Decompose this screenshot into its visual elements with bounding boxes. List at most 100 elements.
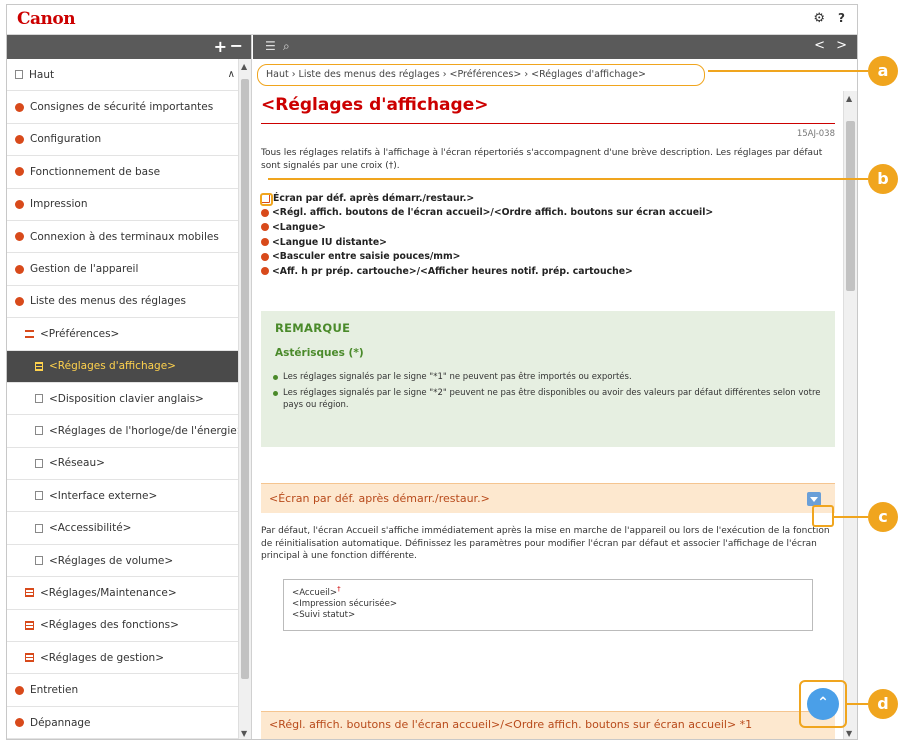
arrow-link-icon (261, 223, 269, 232)
scroll-up-icon[interactable]: ▲ (241, 62, 247, 71)
callout-line (708, 70, 868, 72)
note-subtitle: Astérisques (*) (275, 347, 364, 359)
section-body: Par défaut, l'écran Accueil s'affiche im… (261, 526, 830, 561)
section-link-label: <Langue IU distante> (272, 236, 387, 248)
sidebar-scrollbar[interactable]: ▲ ▼ (238, 59, 251, 739)
gear-icon[interactable]: ⚙ (813, 11, 825, 26)
sidebar-item-label: <Réglages de volume> (49, 554, 174, 567)
sidebar-item[interactable]: <Préférences> (7, 318, 239, 351)
callout-b: b (868, 164, 898, 194)
section-link[interactable]: <Régl. affich. boutons de l'écran accuei… (261, 206, 835, 221)
sidebar-item-label: Dépannage (30, 716, 91, 729)
chapter-icon (15, 167, 24, 177)
sidebar-item[interactable]: Fonctionnement de base (7, 156, 239, 189)
section-title: <Écran par déf. après démarr./restaur.> (269, 492, 490, 505)
sidebar-item-label: Configuration (30, 133, 102, 146)
content-scrollbar[interactable]: ▲ ▼ (843, 91, 857, 739)
section-link-label: Écran par déf. après démarr./restaur.> (273, 192, 475, 204)
arrow-link-icon (261, 208, 269, 217)
options-box: <Accueil>† <Impression sécurisée> <Suivi… (283, 579, 813, 631)
callout-line (847, 703, 868, 705)
sidebar: + − Haut ∧ Consignes de sécurité important… (7, 35, 252, 739)
back-to-top-button[interactable]: ⌃ (807, 688, 839, 720)
sidebar-item[interactable]: <Réglages des fonctions> (7, 610, 239, 643)
page-title: <Réglages d'affichage> (261, 95, 489, 115)
callout-c: c (868, 502, 898, 532)
collapse-section-button[interactable] (807, 492, 821, 506)
chapter-icon (15, 102, 24, 112)
callout-line (834, 516, 868, 518)
title-divider (261, 123, 835, 124)
chapter-icon (15, 134, 24, 144)
sidebar-item-label: Haut (29, 68, 55, 81)
expand-icon (25, 620, 34, 630)
sidebar-item[interactable]: Entretien (7, 674, 239, 707)
sidebar-item[interactable]: <Interface externe> (7, 480, 239, 513)
scroll-down-icon[interactable]: ▼ (241, 729, 247, 738)
sidebar-item[interactable]: <Réseau> (7, 448, 239, 481)
collapse-all-button[interactable]: − (230, 36, 243, 55)
arrow-link-icon (261, 252, 269, 261)
sidebar-item[interactable]: Gestion de l'appareil (7, 253, 239, 286)
previous-page-button[interactable]: < (814, 38, 825, 53)
search-icon[interactable]: ⌕ (283, 39, 290, 54)
section-links: Écran par déf. après démarr./restaur.> <R… (261, 191, 835, 279)
option-item: <Impression sécurisée> (292, 598, 398, 609)
page-icon (35, 458, 43, 468)
sidebar-item[interactable]: Liste des menus des réglages (7, 286, 239, 319)
sidebar-item[interactable]: Impression (7, 189, 239, 221)
sidebar-header: + − (7, 35, 251, 59)
note-box: REMARQUE Astérisques (*) Les réglages si… (261, 311, 835, 447)
sidebar-item-label: <Réglages/Maintenance> (40, 586, 177, 599)
chapter-icon (15, 296, 24, 306)
scroll-down-icon[interactable]: ▼ (846, 729, 852, 738)
scroll-thumb[interactable] (241, 79, 249, 679)
scroll-thumb[interactable] (846, 121, 855, 291)
sidebar-item[interactable]: <Réglages/Maintenance> (7, 577, 239, 610)
sidebar-item[interactable]: <Réglages de l'horloge/de l'énergie> (7, 415, 239, 448)
callout-d: d (868, 689, 898, 719)
section-link[interactable]: <Langue> (261, 220, 835, 235)
document-id: 15AJ-038 (796, 129, 835, 139)
sidebar-item[interactable]: <Accessibilité> (7, 512, 239, 545)
sidebar-item[interactable]: <Réglages de gestion> (7, 642, 239, 675)
sidebar-item[interactable]: Consignes de sécurité importantes (7, 91, 239, 124)
expand-all-button[interactable]: + (214, 37, 227, 56)
help-icon[interactable]: ? (838, 11, 845, 25)
collapse-up-icon[interactable]: ∧ (228, 69, 235, 80)
breadcrumb[interactable]: Haut › Liste des menus des réglages › <P… (257, 64, 705, 86)
next-page-button[interactable]: > (836, 38, 847, 53)
scroll-up-icon[interactable]: ▲ (846, 94, 852, 103)
section-link[interactable]: <Aff. h pr prép. cartouche>/<Afficher he… (261, 264, 835, 279)
sidebar-item-label: Connexion à des terminaux mobiles (30, 230, 219, 243)
sidebar-item-label: <Réglages d'affichage> (49, 360, 176, 373)
page-icon (35, 523, 43, 533)
sidebar-item[interactable]: Dépannage (7, 707, 239, 739)
sidebar-item[interactable]: Haut ∧ (7, 59, 239, 92)
sidebar-item-label: <Réglages de gestion> (40, 651, 165, 664)
section-link-label: <Régl. affich. boutons de l'écran accuei… (272, 207, 714, 219)
sidebar-item[interactable]: <Réglages d'affichage> (7, 350, 239, 383)
section-link[interactable]: <Langue IU distante> (261, 235, 835, 250)
section-header[interactable]: <Écran par déf. après démarr./restaur.> (261, 483, 835, 513)
chapter-icon (15, 718, 24, 727)
page-icon (35, 556, 43, 566)
canon-logo: Canon (17, 9, 76, 29)
section-link[interactable]: Écran par déf. après démarr./restaur.> (261, 191, 835, 206)
sidebar-item-label: Fonctionnement de base (30, 165, 161, 178)
sidebar-item[interactable]: <Réglages de volume> (7, 545, 239, 578)
page-icon (35, 394, 43, 404)
sidebar-item-label: Consignes de sécurité importantes (30, 101, 214, 114)
sidebar-item[interactable]: <Disposition clavier anglais> (7, 383, 239, 416)
section-link-label: <Aff. h pr prép. cartouche>/<Afficher he… (272, 265, 633, 277)
toc-toggle-icon[interactable]: ☰ (265, 39, 276, 53)
section-header[interactable]: <Régl. affich. boutons de l'écran accuei… (261, 711, 835, 739)
chapter-icon (15, 685, 24, 695)
main-toolbar: ☰ ⌕ < > (253, 35, 857, 59)
sidebar-item[interactable]: Connexion à des terminaux mobiles (7, 221, 239, 254)
section-link[interactable]: <Basculer entre saisie pouces/mm> (261, 249, 835, 264)
option-item: <Suivi statut> (292, 609, 356, 620)
note-bullet: Les réglages signalés par le signe "*2" … (273, 387, 823, 411)
sidebar-item-label: <Réglages de l'horloge/de l'énergie> (49, 424, 239, 437)
sidebar-item[interactable]: Configuration (7, 124, 239, 157)
